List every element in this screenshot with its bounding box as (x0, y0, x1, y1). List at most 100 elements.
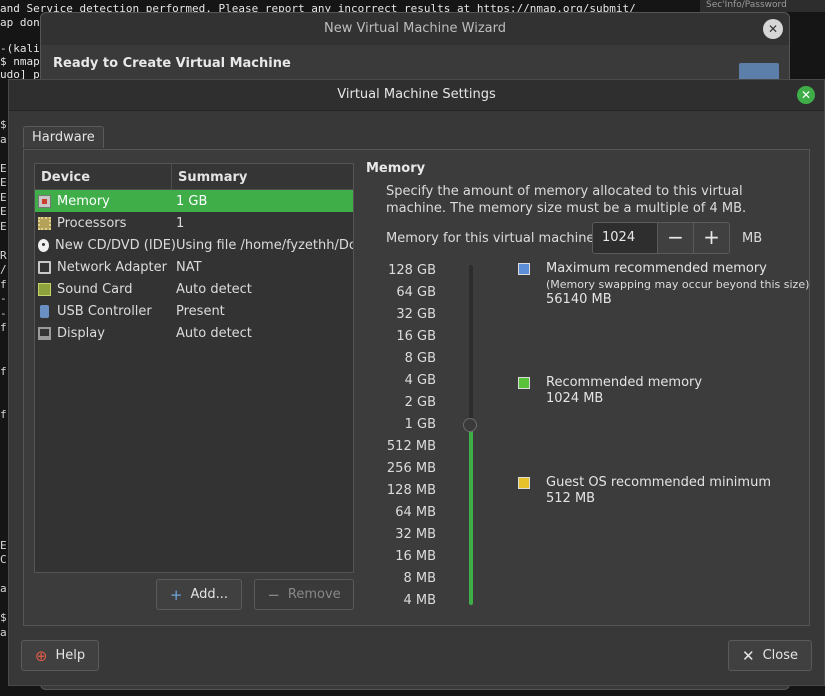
memory-slider-fill (469, 425, 473, 605)
memory-unit: MB (742, 231, 763, 246)
add-button-label: Add... (190, 587, 229, 602)
device-list: Device Summary Memory 1 GB Processors 1 New … (34, 163, 354, 573)
device-summary: Present (176, 303, 225, 319)
scale-tick-label: 1 GB (404, 417, 436, 432)
legend-value: 56140 MB (546, 292, 612, 307)
device-name: Sound Card (57, 281, 133, 297)
scale-tick-label: 64 MB (395, 505, 436, 520)
device-row-sound-card[interactable]: Sound Card Auto detect (35, 278, 353, 300)
dialog-titlebar: Virtual Machine Settings ✕ (9, 80, 824, 111)
legend-label: Maximum recommended memory (546, 261, 767, 276)
scale-tick-label: 4 MB (403, 593, 436, 608)
scale-tick-label: 8 GB (404, 351, 436, 366)
scale-tick-label: 256 MB (386, 461, 436, 476)
wizard-title: New Virtual Machine Wizard (324, 21, 506, 36)
device-cell: New CD/DVD (IDE) (35, 238, 176, 253)
memory-description: Specify the amount of memory allocated t… (386, 184, 747, 216)
processor-icon (38, 216, 51, 230)
hardware-panel: Device Summary Memory 1 GB Processors 1 New … (23, 149, 810, 626)
device-name: Processors (57, 215, 127, 231)
device-row-processors[interactable]: Processors 1 (35, 212, 353, 234)
max-recommended-swatch (518, 263, 530, 275)
tab-hardware[interactable]: Hardware (23, 126, 104, 148)
device-summary: NAT (176, 259, 202, 275)
memory-decrease-button[interactable]: − (657, 222, 694, 254)
close-icon: ✕ (742, 646, 755, 665)
terminal-line: $ nmap (0, 55, 40, 68)
close-button-label: Close (762, 648, 798, 663)
device-cell: USB Controller (35, 304, 176, 319)
add-device-button[interactable]: + Add... (156, 579, 242, 610)
memory-size-input[interactable]: 1024 (592, 222, 658, 254)
dialog-title: Virtual Machine Settings (337, 87, 496, 102)
guest-minimum-swatch (518, 477, 530, 489)
device-cell: Memory (35, 194, 176, 209)
background-tab: Sec'Info/Password (700, 0, 825, 12)
device-cell: Network Adapter (35, 260, 176, 275)
scale-tick-label: 16 GB (396, 329, 436, 344)
wizard-titlebar: New Virtual Machine Wizard ✕ (41, 13, 789, 45)
close-icon[interactable]: ✕ (797, 86, 815, 104)
legend-value: 1024 MB (546, 391, 604, 406)
device-row-network-adapter[interactable]: Network Adapter NAT (35, 256, 353, 278)
memory-increase-button[interactable]: + (693, 222, 730, 254)
device-summary: 1 GB (176, 193, 208, 209)
device-summary: Using file /home/fyzethh/Doc (176, 237, 353, 253)
memory-icon (38, 194, 51, 208)
help-icon: ⊕ (34, 646, 48, 665)
network-adapter-icon (38, 260, 51, 274)
column-header-device[interactable]: Device (35, 164, 172, 189)
device-summary: 1 (176, 215, 185, 231)
legend-label: Recommended memory (546, 375, 703, 390)
scale-tick-label: 128 GB (388, 263, 436, 278)
scale-tick-label: 32 MB (395, 527, 436, 542)
scale-tick-label: 16 MB (395, 549, 436, 564)
help-button[interactable]: ⊕ Help (21, 640, 99, 671)
minus-icon: − (267, 585, 280, 604)
legend-note: (Memory swapping may occur beyond this s… (546, 278, 810, 291)
close-button[interactable]: ✕ Close (728, 640, 812, 671)
scale-tick-label: 512 MB (386, 439, 436, 454)
wizard-heading: Ready to Create Virtual Machine (53, 56, 291, 71)
memory-slider-knob[interactable] (463, 418, 477, 432)
device-cell: Display (35, 326, 176, 341)
usb-icon (40, 304, 49, 318)
device-list-header: Device Summary (35, 164, 353, 190)
memory-section-title: Memory (366, 161, 426, 176)
column-header-summary[interactable]: Summary (172, 164, 253, 189)
remove-button-label: Remove (287, 587, 341, 602)
scale-tick-label: 64 GB (396, 285, 436, 300)
terminal-line: -(kali (0, 42, 40, 55)
memory-field-label: Memory for this virtual machine: (386, 231, 599, 246)
device-name: Display (57, 325, 105, 341)
device-name: New CD/DVD (IDE) (55, 237, 176, 253)
scale-tick-label: 32 GB (396, 307, 436, 322)
device-row-memory[interactable]: Memory 1 GB (35, 190, 353, 212)
sound-card-icon (38, 282, 51, 296)
legend-value: 512 MB (546, 491, 596, 506)
plus-icon: + (169, 585, 183, 604)
device-row-usb-controller[interactable]: USB Controller Present (35, 300, 353, 322)
close-icon[interactable]: ✕ (763, 19, 783, 39)
device-cell: Sound Card (35, 282, 176, 297)
scale-tick-label: 2 GB (404, 395, 436, 410)
display-icon (38, 326, 51, 340)
scale-tick-label: 4 GB (404, 373, 436, 388)
help-button-label: Help (55, 648, 86, 663)
vm-settings-dialog: Virtual Machine Settings ✕ Hardware Devi… (8, 79, 825, 686)
memory-scale: 128 GB 64 GB 32 GB 16 GB 8 GB 4 GB 2 GB 1 GB 512… (376, 260, 436, 612)
device-summary: Auto detect (176, 281, 252, 297)
device-row-new-cd-dvd-ide[interactable]: New CD/DVD (IDE) Using file /home/fyzethh… (35, 234, 353, 256)
device-cell: Processors (35, 216, 176, 231)
device-name: Network Adapter (57, 259, 167, 275)
scale-tick-label: 8 MB (403, 571, 436, 586)
device-name: USB Controller (57, 303, 152, 319)
cd-dvd-icon (38, 238, 50, 252)
device-summary: Auto detect (176, 325, 252, 341)
remove-device-button[interactable]: − Remove (254, 579, 354, 610)
recommended-swatch (518, 377, 530, 389)
device-name: Memory (57, 193, 110, 209)
legend-label: Guest OS recommended minimum (546, 475, 771, 490)
scale-tick-label: 128 MB (386, 483, 436, 498)
device-row-display[interactable]: Display Auto detect (35, 322, 353, 344)
